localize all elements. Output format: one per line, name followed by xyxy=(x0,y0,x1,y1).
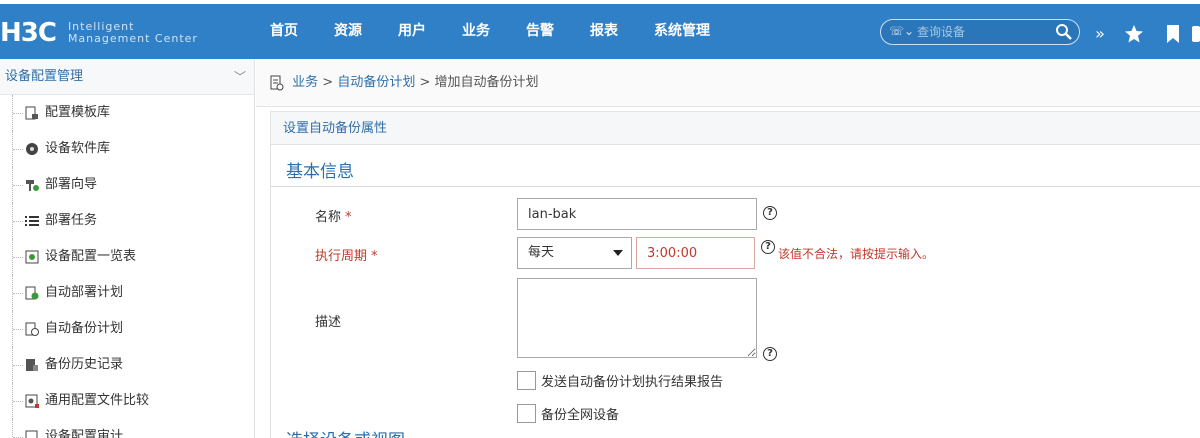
main-nav: 首页 资源 用户 业务 告警 报表 系统管理 xyxy=(252,4,728,59)
list-icon xyxy=(25,216,39,226)
help-icon[interactable]: ? xyxy=(763,206,777,220)
sidebar-item-backup-history[interactable]: 备份历史记录 xyxy=(0,347,254,383)
sidebar-item-label: 通用配置文件比较 xyxy=(45,393,150,408)
name-label: 名称 * xyxy=(315,206,352,225)
sidebar-header-label: 设备配置管理 xyxy=(5,69,84,84)
sidebar-item-label: 设备配置审计 xyxy=(45,429,124,438)
compare-icon xyxy=(25,394,39,408)
nav-user[interactable]: 用户 xyxy=(380,4,444,59)
sidebar-item-deploy-task[interactable]: 部署任务 xyxy=(0,203,254,239)
sidebar: 设备配置管理 ﹀ 配置模板库 设备软件库 部署向导 部署任务 设备配置一览表 自… xyxy=(0,59,255,438)
disc-icon xyxy=(26,143,38,155)
h3c-logo[interactable]: H3C Intelligent Management Center xyxy=(0,18,198,48)
sidebar-item-config-compare[interactable]: 通用配置文件比较 xyxy=(0,383,254,419)
config-overview-icon xyxy=(25,250,39,264)
breadcrumb-service[interactable]: 业务 xyxy=(292,75,318,90)
period-label: 执行周期 * xyxy=(315,245,378,264)
breadcrumb-current: 增加自动备份计划 xyxy=(434,75,539,90)
nav-resource[interactable]: 资源 xyxy=(316,4,380,59)
section-title-select-device: 选择设备或视图 xyxy=(286,426,405,438)
description-field[interactable] xyxy=(517,278,757,358)
sidebar-item-auto-deploy[interactable]: 自动部署计划 xyxy=(0,275,254,311)
breadcrumb: 业务 > 自动备份计划 > 增加自动备份计划 xyxy=(256,59,1200,107)
nav-report[interactable]: 报表 xyxy=(572,4,636,59)
main-content: 业务 > 自动备份计划 > 增加自动备份计划 设置自动备份属性 基本信息 名称 *… xyxy=(256,59,1200,438)
sidebar-item-config-overview[interactable]: 设备配置一览表 xyxy=(0,239,254,275)
sidebar-item-label: 部署任务 xyxy=(45,213,98,228)
backup-plan-icon xyxy=(270,75,284,90)
help-icon[interactable]: ? xyxy=(763,347,777,361)
period-select[interactable]: 每天 xyxy=(517,237,632,269)
more-icon[interactable] xyxy=(1192,24,1200,44)
period-select-value: 每天 xyxy=(528,245,555,260)
period-label-text: 执行周期 xyxy=(315,249,368,264)
deploy-plan-icon xyxy=(25,286,39,300)
backup-all-checkbox[interactable] xyxy=(517,404,536,423)
desc-label: 描述 xyxy=(315,315,342,330)
sidebar-item-label: 设备软件库 xyxy=(45,141,111,156)
logo-subtitle-line2: Management Center xyxy=(67,32,198,45)
send-report-checkbox[interactable] xyxy=(517,371,536,390)
nav-system[interactable]: 系统管理 xyxy=(636,4,728,59)
form-panel: 设置自动备份属性 基本信息 名称* ? 执行周期* 每天 ? 该值不合法，请按提… xyxy=(270,111,1200,438)
nav-alarm[interactable]: 告警 xyxy=(508,4,572,59)
error-message: 该值不合法，请按提示输入。 xyxy=(778,247,935,261)
search-icon[interactable] xyxy=(1055,23,1073,41)
sidebar-item-config-template[interactable]: 配置模板库 xyxy=(0,95,254,131)
sidebar-header[interactable]: 设备配置管理 ﹀ xyxy=(0,59,254,95)
name-label-text: 名称 xyxy=(315,210,342,225)
nav-home[interactable]: 首页 xyxy=(252,4,316,59)
backup-all-label: 备份全网设备 xyxy=(541,408,620,423)
sidebar-item-label: 自动备份计划 xyxy=(45,321,124,336)
sidebar-item-label: 配置模板库 xyxy=(45,105,111,120)
top-bar: H3C Intelligent Management Center 首页 资源 … xyxy=(0,0,1200,59)
sidebar-item-auto-backup[interactable]: 自动备份计划 xyxy=(0,311,254,347)
sidebar-item-label: 备份历史记录 xyxy=(45,357,124,372)
star-icon[interactable] xyxy=(1124,24,1144,44)
sidebar-item-label: 部署向导 xyxy=(45,177,98,192)
logo-subtitle: Intelligent Management Center xyxy=(68,21,198,45)
help-icon[interactable]: ? xyxy=(761,240,775,254)
sidebar-item-label: 自动部署计划 xyxy=(45,285,124,300)
panel-header: 设置自动备份属性 xyxy=(271,112,1200,145)
nav-service[interactable]: 业务 xyxy=(444,4,508,59)
backup-plan-icon xyxy=(25,322,39,336)
time-field[interactable] xyxy=(636,237,755,269)
search-input[interactable] xyxy=(917,23,1047,41)
history-icon xyxy=(26,359,38,371)
sidebar-item-wizard[interactable]: 部署向导 xyxy=(0,167,254,203)
breadcrumb-auto-backup[interactable]: 自动备份计划 xyxy=(337,75,415,90)
required-mark: * xyxy=(371,249,378,264)
send-report-label: 发送自动备份计划执行结果报告 xyxy=(541,375,724,390)
sidebar-item-config-audit[interactable]: 设备配置审计 xyxy=(0,419,254,438)
bookmark-icon[interactable] xyxy=(1163,24,1183,44)
chevron-down-icon[interactable]: ﹀ xyxy=(234,59,246,95)
sidebar-item-label: 设备配置一览表 xyxy=(45,249,137,264)
double-chevron-down-icon[interactable]: » xyxy=(1090,24,1110,44)
sidebar-item-software[interactable]: 设备软件库 xyxy=(0,131,254,167)
breadcrumb-separator: > xyxy=(419,75,431,90)
search-scope-icon[interactable]: ☏⌄ xyxy=(889,24,914,38)
name-field[interactable] xyxy=(517,198,757,230)
audit-icon xyxy=(25,430,38,438)
logo-text: H3C xyxy=(0,18,57,48)
required-mark: * xyxy=(345,210,352,225)
dropdown-arrow-icon xyxy=(613,250,623,256)
search-box: ☏⌄ xyxy=(880,19,1080,45)
section-divider xyxy=(271,186,1200,187)
wizard-icon xyxy=(26,180,39,191)
section-title-basic: 基本信息 xyxy=(286,162,354,182)
template-icon xyxy=(25,106,38,120)
breadcrumb-separator: > xyxy=(322,75,334,90)
